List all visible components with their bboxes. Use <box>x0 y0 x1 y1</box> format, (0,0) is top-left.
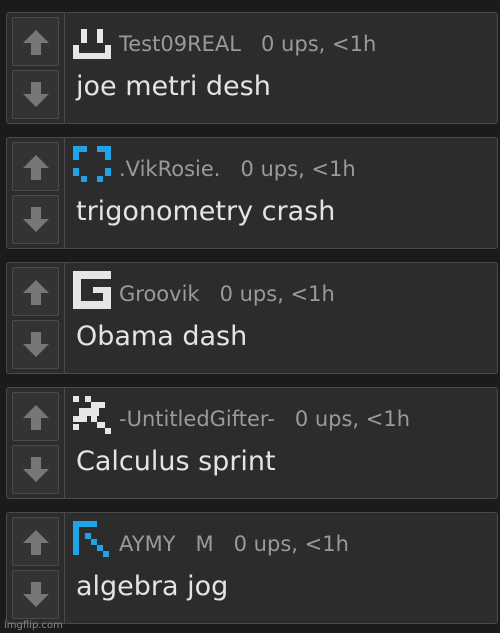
comment-text: joe metri desh <box>76 71 271 102</box>
downvote-button[interactable] <box>12 445 59 494</box>
upvote-button[interactable] <box>12 392 59 441</box>
comment-stats: 0 ups, <1h <box>294 407 411 431</box>
vote-column <box>7 513 65 623</box>
comment-card: Groovik 0 ups, <1h Obama dash <box>6 262 498 374</box>
username[interactable]: Test09REAL <box>119 32 241 56</box>
comment-meta: Test09REAL 0 ups, <1h <box>119 29 376 59</box>
upvote-button[interactable] <box>12 517 59 566</box>
username[interactable]: Groovik <box>119 282 200 306</box>
vote-column <box>7 13 65 123</box>
comment-text: Obama dash <box>76 321 248 352</box>
vote-column <box>7 138 65 248</box>
comment-card: Test09REAL 0 ups, <1h joe metri desh <box>6 12 498 124</box>
arrow-up-icon <box>22 154 49 180</box>
comment-text: algebra jog <box>76 571 229 602</box>
comment-meta: AYMY M 0 ups, <1h <box>119 529 349 559</box>
vote-column <box>7 388 65 498</box>
watermark: imgflip.com <box>4 620 63 631</box>
comment-stats: 0 ups, <1h <box>261 32 377 56</box>
comment-meta: .VikRosie. 0 ups, <1h <box>119 154 356 184</box>
arrow-down-icon <box>22 331 49 357</box>
arrow-up-icon <box>22 29 49 55</box>
comment-stats: 0 ups, <1h <box>219 282 335 306</box>
arrow-down-icon <box>22 206 49 232</box>
upvote-button[interactable] <box>12 142 59 191</box>
smiley-face-icon[interactable] <box>71 25 113 67</box>
username[interactable]: -UntitledGifter- <box>119 407 275 431</box>
arrow-down-icon <box>22 456 49 482</box>
arrow-down-icon <box>22 581 49 607</box>
downvote-button[interactable] <box>12 570 59 619</box>
dotted-frame-icon[interactable] <box>71 144 113 186</box>
comment-card: -UntitledGifter- 0 ups, <1h Calculus spr… <box>6 387 498 499</box>
comment-text: Calculus sprint <box>76 446 276 477</box>
comment-text: trigonometry crash <box>76 196 336 227</box>
comment-stats: 0 ups, <1h <box>233 532 349 556</box>
upvote-button[interactable] <box>12 267 59 316</box>
arrow-up-icon <box>22 279 49 305</box>
comment-meta: -UntitledGifter- 0 ups, <1h <box>119 404 410 434</box>
arrow-down-icon <box>22 81 49 107</box>
pixel-scatter-icon[interactable] <box>71 394 113 436</box>
username[interactable]: .VikRosie. <box>119 157 220 181</box>
arrow-up-icon <box>22 404 49 430</box>
pixel-arrow-icon[interactable] <box>71 519 113 561</box>
username[interactable]: AYMY <box>119 532 176 556</box>
downvote-button[interactable] <box>12 195 59 244</box>
vote-column <box>7 263 65 373</box>
downvote-button[interactable] <box>12 70 59 119</box>
mod-badge: M <box>195 532 214 556</box>
comment-stats: 0 ups, <1h <box>240 157 356 181</box>
comment-card: .VikRosie. 0 ups, <1h trigonometry crash <box>6 137 498 249</box>
g-logo-icon[interactable] <box>71 269 113 311</box>
upvote-button[interactable] <box>12 17 59 66</box>
comment-card: AYMY M 0 ups, <1h algebra jog <box>6 512 498 624</box>
downvote-button[interactable] <box>12 320 59 369</box>
comment-meta: Groovik 0 ups, <1h <box>119 279 335 309</box>
arrow-up-icon <box>22 529 49 555</box>
